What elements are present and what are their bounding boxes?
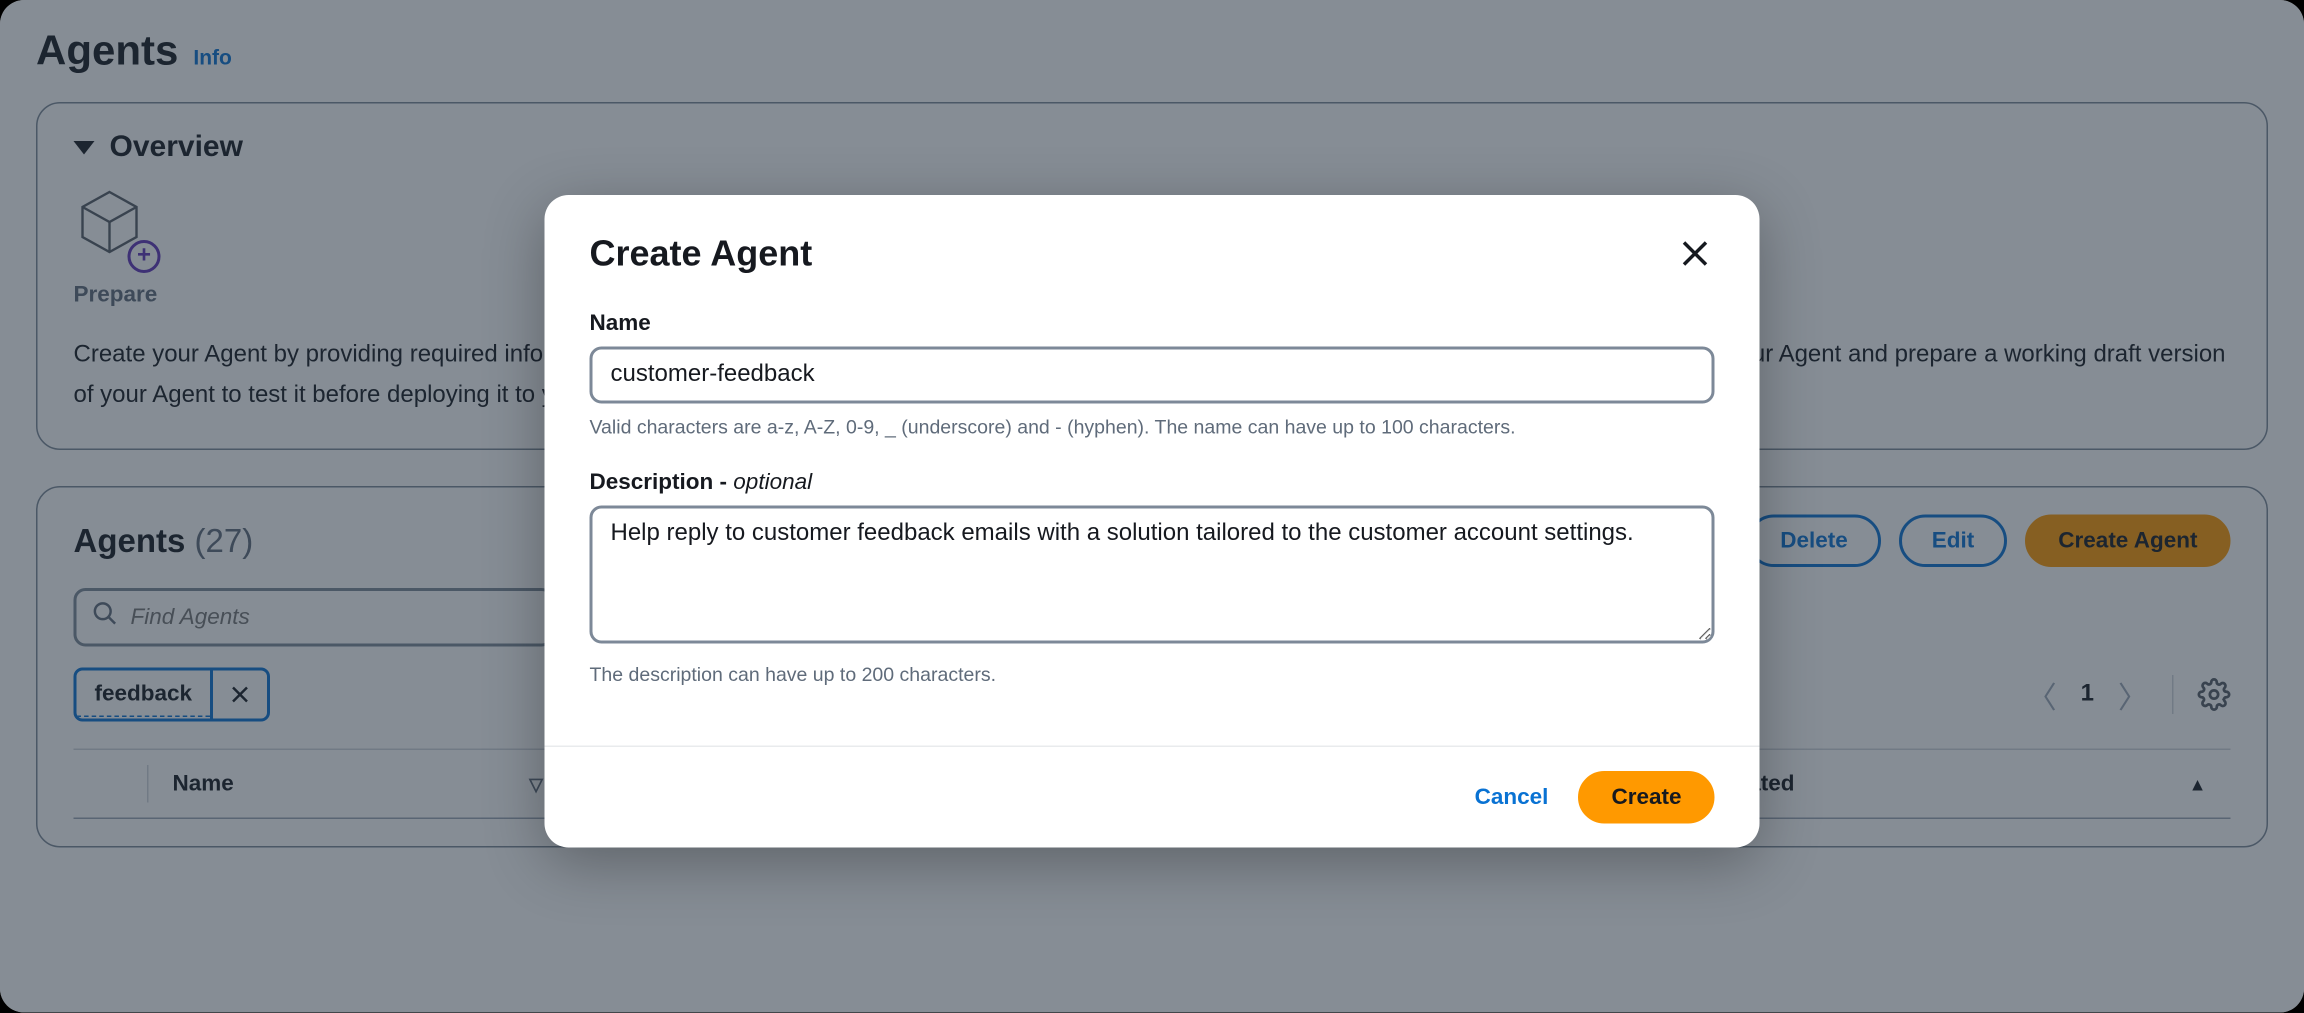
description-label: Description - optional bbox=[590, 469, 1715, 495]
description-helper: The description can have up to 200 chara… bbox=[590, 659, 1715, 688]
modal-title: Create Agent bbox=[590, 234, 813, 276]
description-textarea[interactable] bbox=[590, 505, 1715, 643]
cancel-button[interactable]: Cancel bbox=[1475, 785, 1549, 811]
modal-overlay: Create Agent Name Valid characters are a… bbox=[0, 0, 2304, 1013]
create-agent-modal: Create Agent Name Valid characters are a… bbox=[545, 195, 1760, 848]
name-helper: Valid characters are a-z, A-Z, 0-9, _ (u… bbox=[590, 413, 1715, 442]
name-label: Name bbox=[590, 311, 1715, 337]
create-button[interactable]: Create bbox=[1578, 771, 1714, 824]
close-icon[interactable] bbox=[1676, 234, 1715, 281]
name-input[interactable] bbox=[590, 347, 1715, 404]
